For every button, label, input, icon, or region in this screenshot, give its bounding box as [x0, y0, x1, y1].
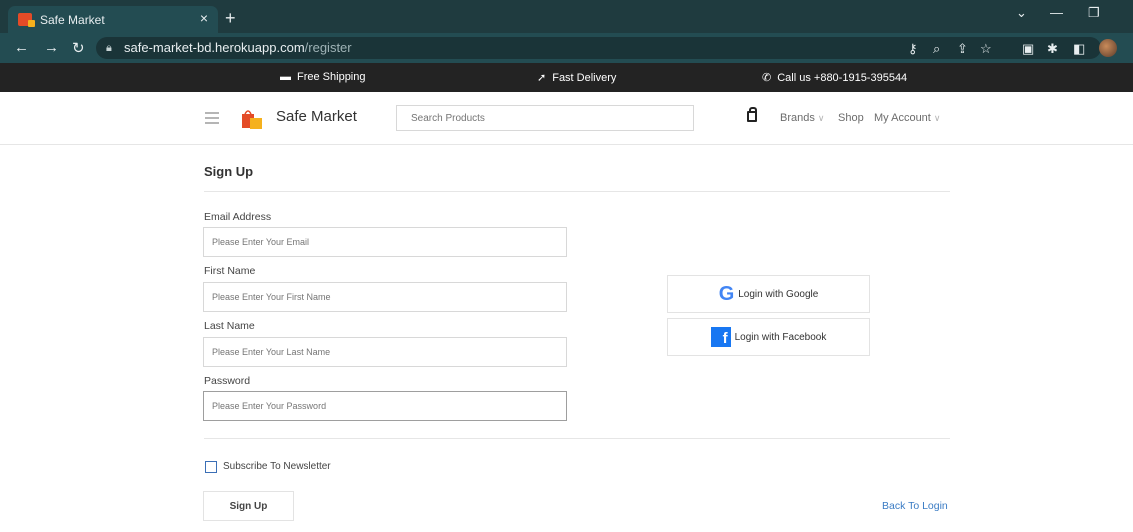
search-input[interactable]: [396, 105, 694, 131]
profile-avatar[interactable]: [1099, 39, 1117, 57]
last-name-field[interactable]: [203, 337, 567, 367]
side-panel-icon[interactable]: ◧: [1073, 41, 1085, 57]
key-icon[interactable]: ⚷: [908, 41, 918, 57]
share-icon[interactable]: ⇪: [957, 41, 968, 57]
newsletter-checkbox[interactable]: [205, 461, 217, 473]
chevron-down-icon: ∨: [933, 113, 941, 123]
tab-search-chevron-icon[interactable]: ⌄: [1016, 5, 1027, 21]
back-arrow-icon[interactable]: ←: [14, 39, 29, 56]
sign-up-button[interactable]: Sign Up: [203, 491, 294, 521]
cart-bag-icon[interactable]: [747, 107, 757, 122]
free-shipping-label: Free Shipping: [297, 71, 366, 83]
site-header: Safe Market Brands∨ Shop My Account∨: [0, 92, 1133, 145]
url-path: /register: [304, 40, 352, 55]
rocket-icon: ➚: [537, 72, 547, 84]
divider: [204, 438, 950, 439]
brand-name[interactable]: Safe Market: [276, 108, 357, 125]
password-label: Password: [204, 375, 251, 387]
zoom-icon[interactable]: ⌕: [933, 41, 940, 57]
address-bar[interactable]: 🔒︎ safe-market-bd.herokuapp.com/register: [96, 37, 1101, 59]
forward-arrow-icon[interactable]: →: [44, 39, 59, 56]
minimize-icon[interactable]: —: [1050, 5, 1063, 20]
divider: [204, 191, 950, 192]
promo-strip: ▬ Free Shipping ➚ Fast Delivery ✆ Call u…: [0, 63, 1133, 92]
browser-tab[interactable]: Safe Market ×: [8, 6, 218, 33]
email-label: Email Address: [204, 211, 272, 223]
chevron-down-icon: ∨: [817, 113, 825, 123]
first-name-field[interactable]: [203, 282, 567, 312]
puzzle-icon[interactable]: ✱: [1047, 41, 1058, 57]
free-shipping-item: ▬ Free Shipping: [280, 71, 366, 83]
url-host: safe-market-bd.herokuapp.com: [124, 40, 305, 55]
restore-icon[interactable]: ❐: [1088, 5, 1100, 21]
password-field[interactable]: [203, 391, 567, 421]
fast-delivery-label: Fast Delivery: [552, 71, 617, 84]
nav-brands[interactable]: Brands ∨: [780, 112, 824, 124]
google-login-button[interactable]: G Login with Google: [667, 275, 870, 313]
browser-tab-bar: Safe Market × + ⌄ — ❐: [0, 0, 1133, 33]
google-icon: G: [718, 282, 735, 305]
call-us-item: ✆ Call us +880-1915-395544: [762, 71, 908, 85]
back-to-login-link[interactable]: Back To Login: [882, 500, 948, 512]
facebook-login-button[interactable]: f Login with Facebook: [667, 318, 870, 356]
truck-icon: ▬: [280, 71, 291, 83]
new-tab-icon[interactable]: +: [225, 8, 236, 29]
nav-my-account[interactable]: My Account ∨: [874, 112, 940, 124]
facebook-login-label: Login with Facebook: [734, 331, 827, 343]
reload-icon[interactable]: ↻: [72, 39, 85, 57]
fast-delivery-item: ➚ Fast Delivery: [537, 71, 617, 85]
tab-title: Safe Market: [40, 12, 105, 27]
nav-my-account-label: My Account: [874, 112, 931, 124]
last-name-label: Last Name: [204, 320, 255, 332]
bookmark-star-icon[interactable]: ☆: [980, 41, 992, 57]
hamburger-menu-icon[interactable]: [205, 112, 219, 127]
extension-icon[interactable]: ▣: [1022, 41, 1034, 57]
address-toolbar: ← → ↻ 🔒︎ safe-market-bd.herokuapp.com/re…: [0, 33, 1133, 63]
google-login-label: Login with Google: [738, 288, 819, 300]
logo-bags-icon[interactable]: [240, 108, 264, 130]
nav-shop[interactable]: Shop: [838, 112, 864, 124]
call-us-label: Call us +880-1915-395544: [777, 71, 908, 84]
lock-icon: 🔒︎: [106, 42, 112, 54]
newsletter-label[interactable]: Subscribe To Newsletter: [223, 461, 331, 472]
nav-brands-label: Brands: [780, 112, 815, 124]
first-name-label: First Name: [204, 265, 256, 277]
site-favicon-icon: [18, 13, 35, 27]
email-field[interactable]: [203, 227, 567, 257]
close-tab-icon[interactable]: ×: [200, 10, 208, 26]
facebook-icon: f: [710, 327, 731, 347]
phone-icon: ✆: [762, 72, 772, 84]
page-title: Sign Up: [204, 164, 254, 179]
